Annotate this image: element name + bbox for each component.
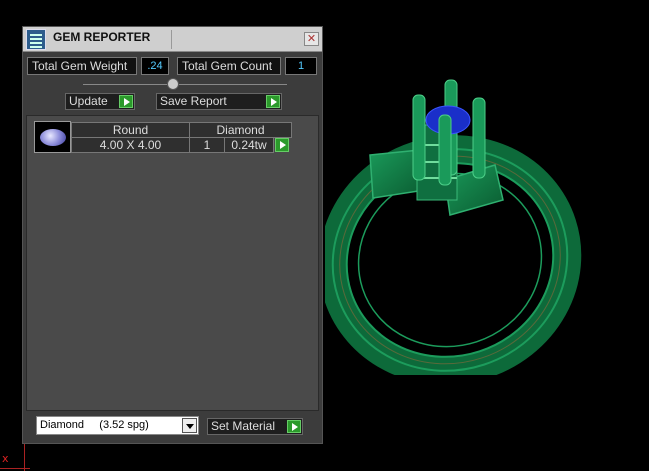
- gem-reporter-icon: [26, 29, 46, 50]
- gem-size: 4.00 X 4.00: [71, 137, 190, 153]
- axis-line-vertical: [24, 440, 25, 471]
- go-arrow-icon[interactable]: [275, 138, 289, 152]
- save-report-button[interactable]: Save Report: [156, 93, 282, 110]
- slider-handle[interactable]: [167, 78, 179, 90]
- dropdown-arrow-icon[interactable]: [182, 418, 197, 433]
- total-gem-weight-label: Total Gem Weight: [27, 57, 137, 75]
- total-gem-count-label: Total Gem Count: [177, 57, 281, 75]
- gem-thumbnail-icon: [34, 121, 71, 153]
- material-select-value: Diamond (3.52 spg): [40, 419, 149, 431]
- panel-title: GEM REPORTER: [53, 30, 151, 44]
- update-label: Update: [69, 94, 108, 108]
- title-divider: [171, 30, 172, 49]
- close-icon[interactable]: ✕: [304, 32, 319, 46]
- title-bar[interactable]: GEM REPORTER ✕: [23, 27, 322, 52]
- set-material-label: Set Material: [211, 419, 276, 433]
- set-material-button[interactable]: Set Material: [207, 418, 303, 435]
- gem-weight: 0.24tw: [224, 137, 274, 153]
- save-report-label: Save Report: [160, 94, 227, 108]
- slider-track[interactable]: [83, 84, 287, 85]
- go-arrow-icon[interactable]: [119, 95, 133, 108]
- total-gem-weight-value: .24: [141, 57, 169, 75]
- ring-model: [325, 79, 582, 375]
- gem-material: Diamond: [189, 122, 292, 138]
- gem-reporter-panel: GEM REPORTER ✕ Total Gem Weight .24 Tota…: [22, 26, 323, 444]
- go-arrow-icon[interactable]: [266, 95, 280, 108]
- material-select[interactable]: Diamond (3.52 spg): [36, 416, 199, 435]
- gem-shape: Round: [71, 122, 190, 138]
- axis-line-horizontal: [0, 468, 30, 469]
- axis-label: x: [2, 452, 9, 465]
- gem-list: Round Diamond 4.00 X 4.00 1 0.24tw: [26, 115, 319, 411]
- go-arrow-icon[interactable]: [287, 420, 301, 433]
- update-button[interactable]: Update: [65, 93, 135, 110]
- total-gem-count-value: 1: [285, 57, 317, 75]
- gem-count: 1: [189, 137, 225, 153]
